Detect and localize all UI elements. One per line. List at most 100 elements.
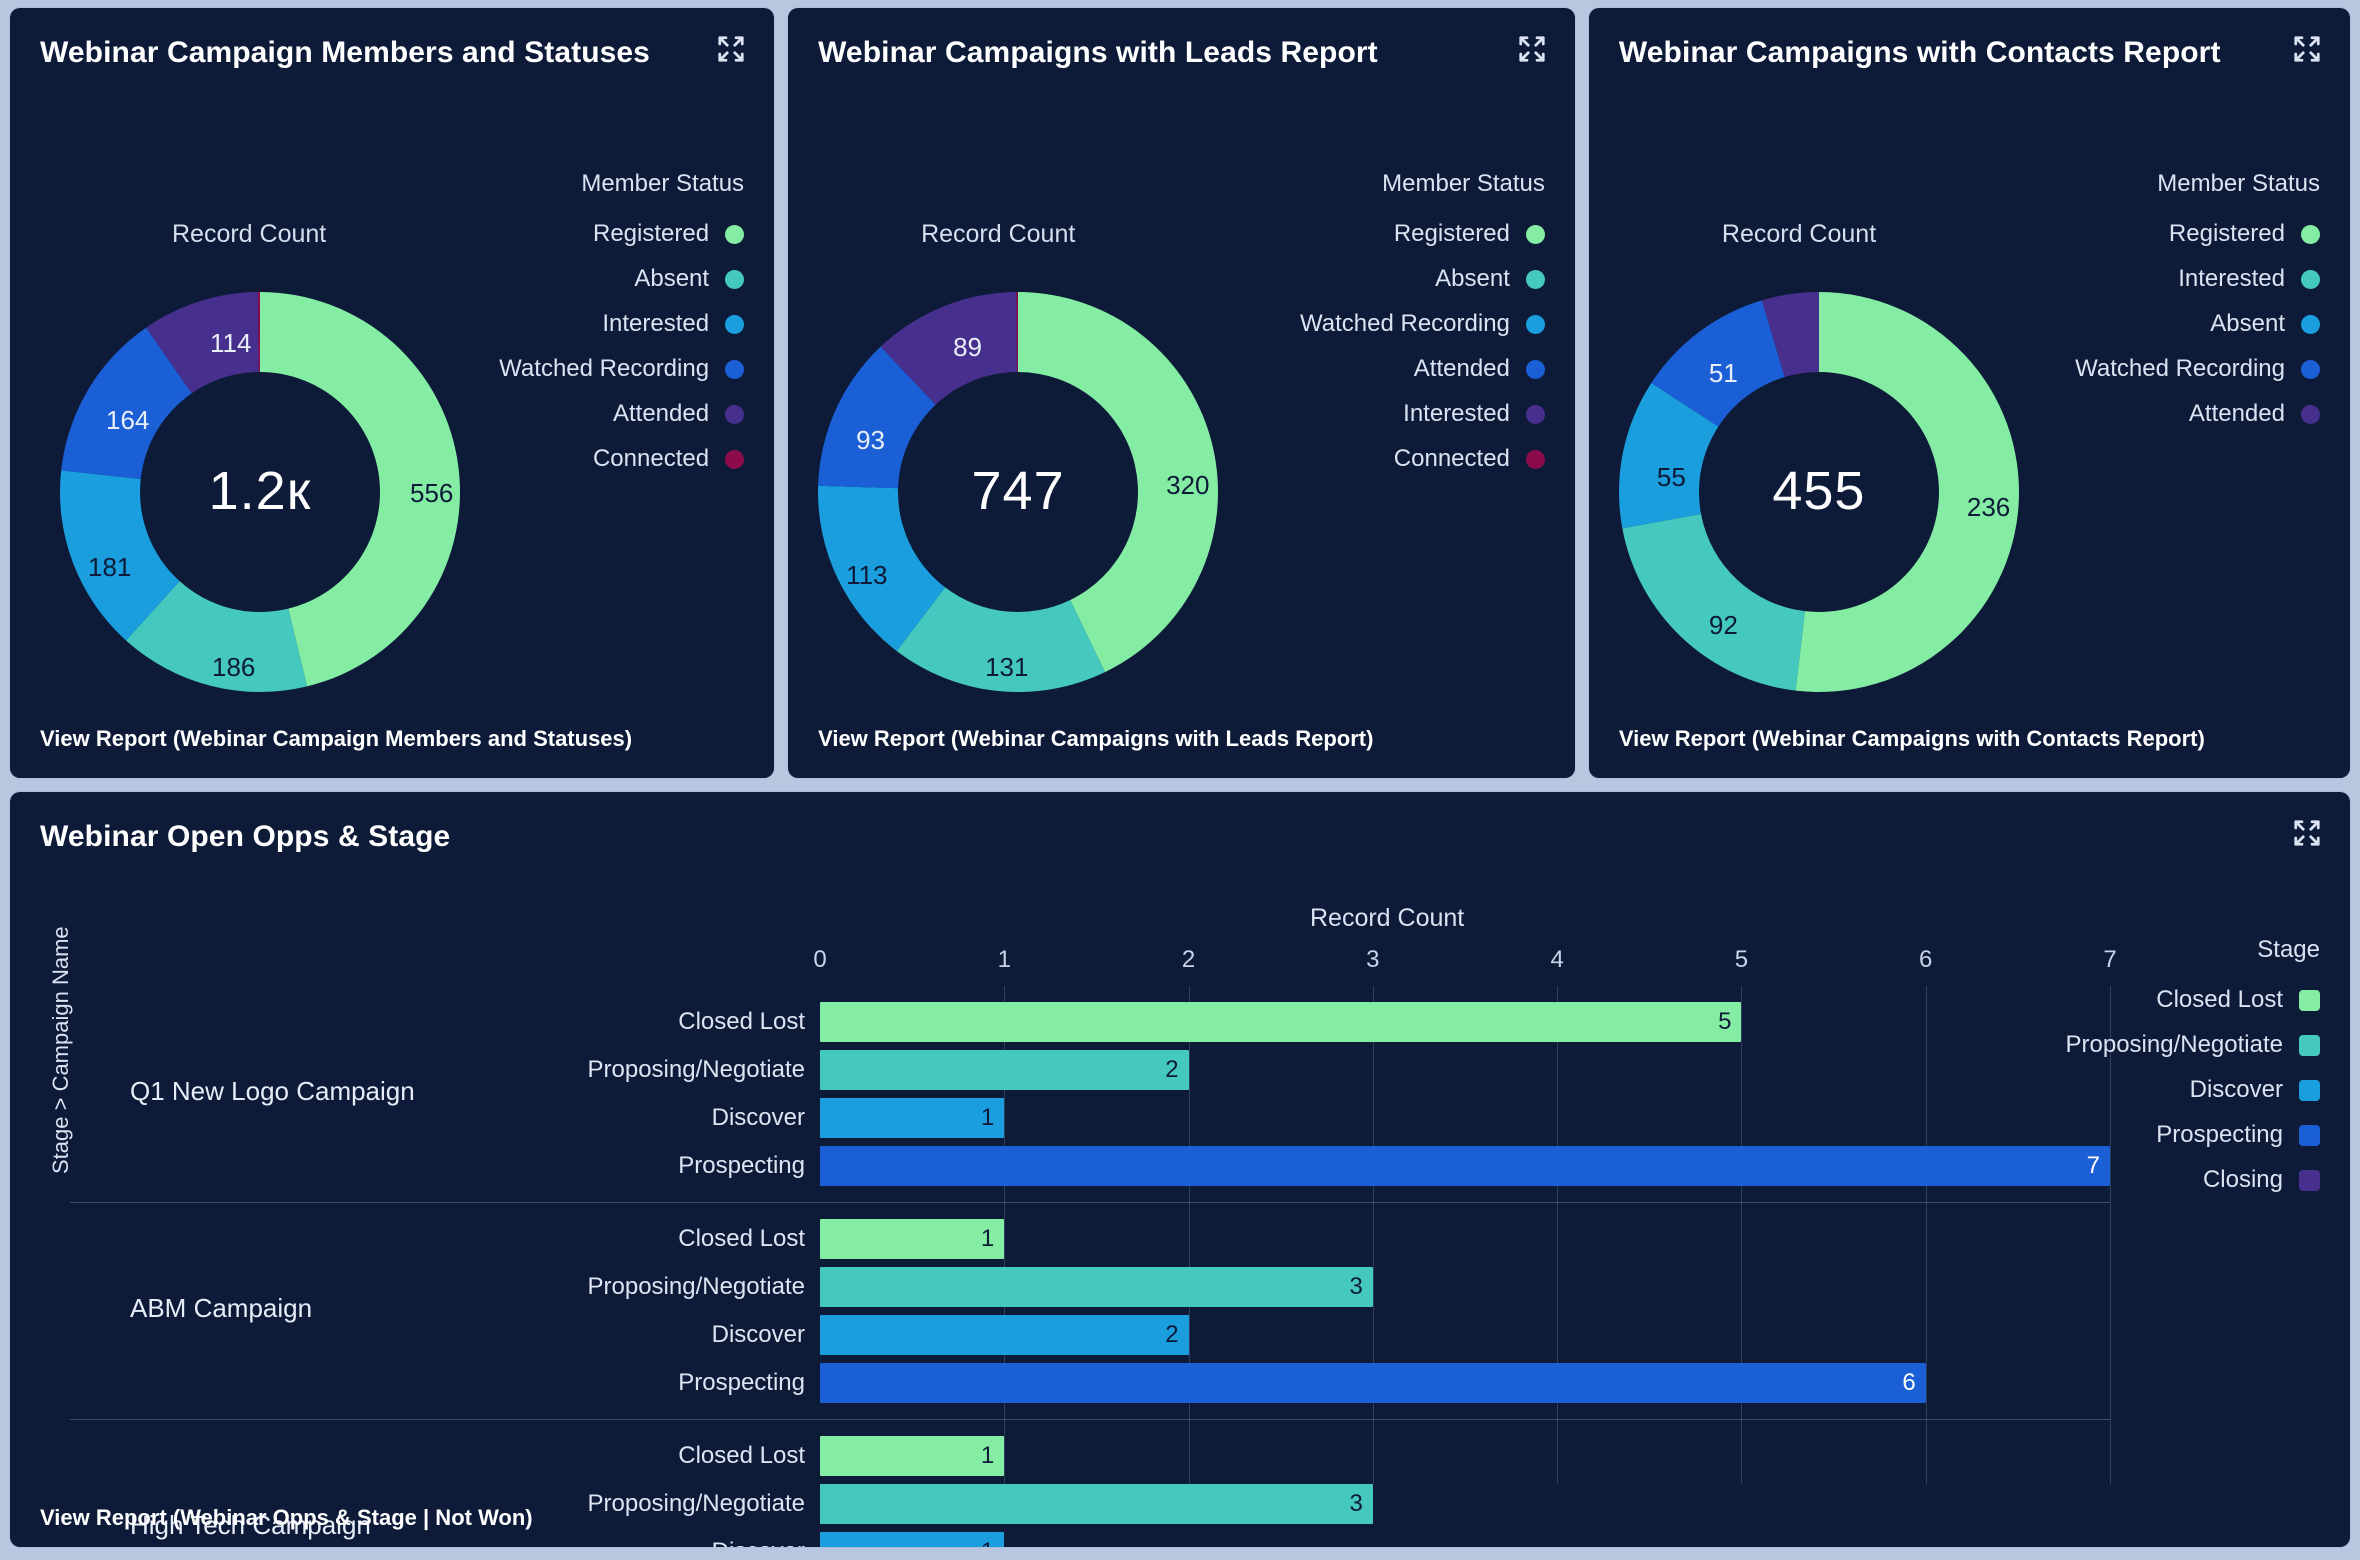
expand-icon[interactable] (1517, 34, 1547, 64)
legend-title: Member Status (1382, 170, 1545, 197)
legend-item-label: Closing (2202, 1166, 2283, 1193)
legend-swatch-icon (725, 269, 745, 289)
bar-row: Prospecting 7 (70, 1142, 2110, 1190)
bar-track: 3 (820, 1484, 2110, 1524)
bar[interactable]: 3 (820, 1267, 1373, 1307)
bar-stage-label: Prospecting (678, 1369, 805, 1396)
expand-icon[interactable] (2292, 34, 2322, 64)
bar[interactable]: 3 (820, 1484, 1373, 1524)
legend-item-label: Absent (2210, 310, 2285, 337)
bar[interactable]: 2 (820, 1315, 1189, 1355)
measure-label: Record Count (921, 220, 1076, 248)
legend-item-label: Registered (2168, 220, 2285, 247)
dashboard-root: Webinar Campaign Members and Statuses Re… (0, 0, 2360, 1560)
legend-swatch-icon (2299, 1169, 2320, 1191)
x-axis-title: Record Count (1310, 904, 1465, 932)
legend-item-label: Connected (592, 445, 710, 472)
measure-label: Record Count (1721, 220, 1877, 248)
bar[interactable]: 1 (820, 1532, 1005, 1547)
bar-value-label: 7 (2086, 1152, 2100, 1179)
bar-row: Proposing/Negotiate 3 (70, 1263, 2110, 1311)
legend-item[interactable]: Attended (499, 400, 745, 428)
legend-item-label: Watched Recording (499, 355, 710, 382)
legend-item[interactable]: Absent (1300, 265, 1545, 293)
bar-track: 2 (820, 1315, 2110, 1355)
view-report-link[interactable]: View Report (Webinar Opps & Stage | Not … (40, 1505, 533, 1531)
legend-item[interactable]: Absent (499, 265, 745, 293)
legend-swatch-icon (2300, 359, 2320, 379)
bar[interactable]: 6 (820, 1363, 1926, 1403)
bar-value-label: 2 (1165, 1321, 1179, 1348)
bar[interactable]: 1 (820, 1219, 1005, 1259)
view-report-link[interactable]: View Report (Webinar Campaign Members an… (40, 726, 632, 752)
legend-item-label: Watched Recording (1300, 310, 1510, 337)
legend-swatch-icon (725, 224, 745, 244)
donut-chart-area: Record Count Member Status Registered In… (1589, 70, 2350, 692)
bar-value-label: 1 (981, 1538, 1004, 1547)
slice-value-label: 556 (410, 478, 454, 508)
x-axis-tick: 7 (2103, 946, 2117, 973)
legend-item[interactable]: Absent (2075, 310, 2320, 338)
legend-swatch-icon (1525, 449, 1545, 469)
legend-item[interactable]: Interested (2075, 265, 2320, 293)
bar[interactable]: 5 (820, 1002, 1742, 1042)
legend-swatch-icon (1525, 269, 1545, 289)
bar-stage-label: Discover (70, 1538, 805, 1547)
panel-webinar-campaigns-with-contacts-report: Webinar Campaigns with Contacts Report R… (1588, 8, 2350, 778)
legend-item[interactable]: Watched Recording (1300, 310, 1545, 338)
bar-row: Proposing/Negotiate 2 (70, 1046, 2110, 1094)
legend-item[interactable]: Attended (1300, 355, 1545, 383)
legend-item[interactable]: Registered (499, 220, 745, 248)
panel-title: Webinar Campaigns with Contacts Report (1618, 36, 2221, 69)
bar-plot: 01234567 Q1 New Logo Campaign Closed Lost… (70, 946, 2117, 1547)
legend-item[interactable]: Attended (2075, 400, 2320, 428)
legend-title: Member Status (581, 170, 745, 197)
bar[interactable]: 1 (820, 1098, 1005, 1138)
legend-item-label: Prospecting (2156, 1121, 2283, 1148)
bar-group: ABM Campaign Closed Lost 1 Proposing/Negoti… (70, 1202, 2110, 1419)
bar[interactable]: 1 (820, 1436, 1005, 1476)
legend-swatch-icon (2300, 314, 2320, 334)
legend-item[interactable]: Watched Recording (2075, 355, 2320, 383)
bar[interactable]: 2 (820, 1050, 1189, 1090)
panel-webinar-campaign-members-and-statuses: Webinar Campaign Members and Statuses Re… (10, 8, 775, 778)
view-report-link[interactable]: View Report (Webinar Campaigns with Cont… (1619, 726, 2205, 752)
bar-track: 1 (820, 1098, 2110, 1138)
legend-item[interactable]: Connected (1300, 445, 1545, 473)
legend-swatch-icon (725, 314, 745, 334)
donut-chart: 455 236 92 55 51 (1589, 270, 2049, 715)
slice-value-label: 186 (212, 652, 256, 682)
donut-slice[interactable] (1622, 513, 1805, 691)
panel-title: Webinar Campaign Members and Statuses (40, 36, 650, 69)
bar-track: 1 (820, 1219, 2110, 1259)
legend-swatch-icon (1525, 359, 1545, 379)
legend-swatch-icon (2299, 1079, 2320, 1101)
gridline (2110, 986, 2111, 1484)
bar[interactable]: 7 (820, 1146, 2110, 1186)
bar-stage-label: Discover (711, 1104, 805, 1131)
bar-value-label: 3 (1349, 1490, 1363, 1517)
bar-row: Closed Lost 1 (70, 1432, 2110, 1480)
legend-item-label: Connected (1393, 445, 1510, 472)
legend-item[interactable]: Registered (1300, 220, 1545, 248)
slice-value-label: 131 (985, 652, 1029, 682)
view-report-link[interactable]: View Report (Webinar Campaigns with Lead… (818, 726, 1373, 752)
bar-stage-label: Closed Lost (678, 1008, 805, 1035)
donut-chart: 1.2к 556 186 181 164 114 (30, 270, 490, 715)
donut-panels-row: Webinar Campaign Members and Statuses Re… (10, 8, 2350, 778)
donut-chart-area: Record Count Member Status Registered Ab… (10, 70, 774, 692)
expand-icon[interactable] (2292, 818, 2322, 848)
expand-icon[interactable] (716, 34, 746, 64)
legend-item[interactable]: Interested (499, 310, 745, 338)
legend-item[interactable]: Watched Recording (499, 355, 745, 383)
legend-item[interactable]: Connected (499, 445, 745, 473)
legend-item-label: Absent (1435, 265, 1510, 292)
bar-row: Closed Lost 5 (70, 998, 2110, 1046)
legend-item-label: Closed Lost (2156, 986, 2283, 1013)
legend-item[interactable]: Interested (1300, 400, 1545, 428)
legend-swatch-icon (725, 359, 745, 379)
slice-value-label: 114 (210, 328, 252, 358)
legend-item[interactable]: Registered (2075, 220, 2320, 248)
bar-row: Discover 2 (70, 1311, 2110, 1359)
slice-value-label: 164 (106, 405, 150, 435)
